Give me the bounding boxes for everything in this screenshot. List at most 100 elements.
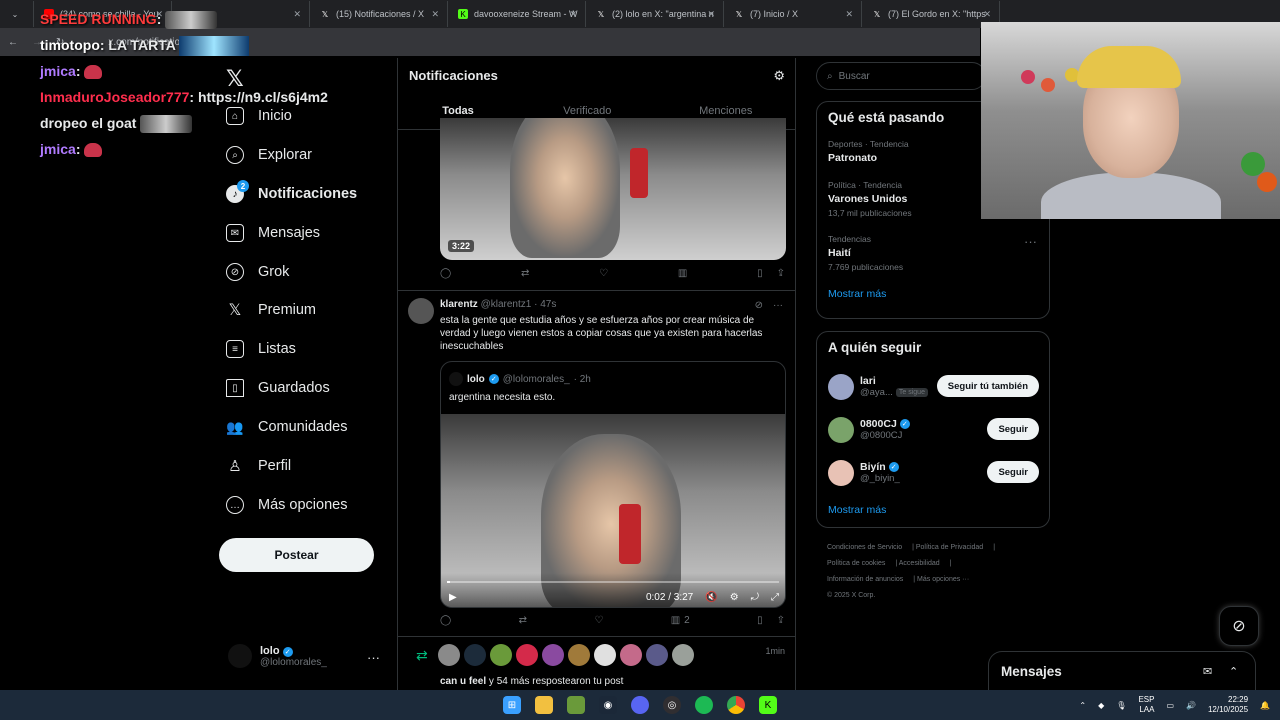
- minecraft-icon[interactable]: [567, 696, 585, 714]
- settings-icon[interactable]: ⚙: [730, 592, 739, 603]
- suggested-user[interactable]: lari @aya... Te sigue Seguir tú también: [817, 365, 1049, 408]
- discord-icon[interactable]: [631, 696, 649, 714]
- show-more-link[interactable]: Mostrar más: [817, 278, 1049, 312]
- quoted-tweet[interactable]: lolo ✓ @lolomorales_ · 2h argentina necesit…: [440, 361, 786, 608]
- suggested-user[interactable]: Biyín ✓ @_biyin_ Seguir: [817, 451, 1049, 494]
- chat-user: timotopo: [40, 37, 100, 53]
- mute-icon[interactable]: 🔇: [705, 592, 717, 603]
- gear-icon[interactable]: ⚙: [773, 68, 785, 84]
- account-switcher[interactable]: lolo ✓ @lolomorales_ ···: [228, 644, 388, 668]
- taskbar: ⊞ ◉ ◎ K ⌃ ◆ 🎙 ESP LAA ▭ 🔊 22:29 12/10/2025…: [0, 690, 1280, 720]
- like-icon[interactable]: ♡: [594, 615, 603, 626]
- views-icon[interactable]: ▥: [678, 268, 687, 279]
- views-button[interactable]: ▥ 2: [671, 615, 690, 626]
- tab-list-button[interactable]: ⌄: [0, 1, 34, 27]
- more-icon[interactable]: ···: [367, 650, 380, 665]
- nav-item-communities[interactable]: 👥 Comunidades: [226, 418, 347, 436]
- close-icon[interactable]: ✕: [431, 9, 439, 20]
- play-icon[interactable]: ▶: [449, 592, 457, 603]
- avatar[interactable]: [619, 644, 642, 666]
- like-icon[interactable]: ♡: [599, 268, 608, 279]
- follow-button[interactable]: Seguir: [987, 418, 1039, 440]
- close-icon[interactable]: ✕: [707, 9, 715, 20]
- notification-icon[interactable]: 🔔: [1260, 701, 1270, 710]
- microphone-icon[interactable]: 🎙: [1116, 701, 1126, 710]
- nav-item-premium[interactable]: 𝕏 Premium: [226, 301, 316, 319]
- kick-icon[interactable]: K: [759, 696, 777, 714]
- obs-icon[interactable]: ◎: [663, 696, 681, 714]
- share-icon[interactable]: ⇪: [777, 615, 785, 626]
- steam-icon[interactable]: ◉: [599, 696, 617, 714]
- more-icon[interactable]: ···: [773, 300, 783, 311]
- close-icon[interactable]: ✕: [569, 9, 577, 20]
- windows-start-icon[interactable]: ⊞: [503, 696, 521, 714]
- close-icon[interactable]: ✕: [983, 9, 991, 20]
- avatar[interactable]: [567, 644, 590, 666]
- avatar[interactable]: [463, 644, 486, 666]
- reply-icon[interactable]: ◯: [440, 268, 451, 279]
- tweet-text: esta la gente que estudia años y se esfu…: [440, 315, 763, 352]
- browser-tab[interactable]: 𝕏 (2) lolo en X: "argentina n ✕: [586, 1, 724, 27]
- network-icon[interactable]: ▭: [1166, 701, 1174, 710]
- follows-you-badge: Te sigue: [895, 388, 928, 397]
- chevron-up-icon[interactable]: ⌃: [1229, 665, 1238, 678]
- repost-icon[interactable]: ⇄: [521, 268, 529, 279]
- chrome-icon[interactable]: [727, 696, 745, 714]
- avatar[interactable]: [489, 644, 512, 666]
- page-title: Notificaciones: [409, 68, 498, 83]
- back-arrow-icon[interactable]: ←: [8, 37, 18, 48]
- spotify-icon[interactable]: [695, 696, 713, 714]
- avatar[interactable]: [408, 298, 434, 324]
- volume-icon[interactable]: 🔊: [1186, 701, 1196, 710]
- browser-tab[interactable]: 𝕏 (7) El Gordo en X: "https ✕: [862, 1, 1000, 27]
- nav-item-lists[interactable]: ≡ Listas: [226, 340, 296, 358]
- show-more-link[interactable]: Mostrar más: [817, 494, 1049, 528]
- avatar[interactable]: [515, 644, 538, 666]
- person-icon: ♙: [228, 458, 242, 475]
- nav-item-profile[interactable]: ♙ Perfil: [226, 457, 291, 475]
- search-input[interactable]: ⌕ Buscar: [816, 62, 986, 90]
- security-icon[interactable]: ◆: [1098, 701, 1104, 710]
- avatar[interactable]: [671, 644, 694, 666]
- fullscreen-icon[interactable]: ⤢: [771, 592, 779, 603]
- nav-item-bookmarks[interactable]: ▯ Guardados: [226, 379, 330, 397]
- follow-button[interactable]: Seguir: [987, 461, 1039, 483]
- rotate-icon[interactable]: ⤾: [751, 592, 759, 603]
- more-icon[interactable]: ···: [1024, 234, 1037, 249]
- video-progress[interactable]: [447, 581, 779, 583]
- x-logo-icon: 𝕏: [597, 9, 605, 19]
- browser-tab[interactable]: 𝕏 (7) Inicio / X ✕: [724, 1, 862, 27]
- nav-item-grok[interactable]: ⊘ Grok: [226, 263, 289, 281]
- chat-user: jmica: [40, 63, 76, 79]
- trend-item[interactable]: Tendencias Haití 7.769 publicaciones ···: [817, 230, 1049, 278]
- reply-icon[interactable]: ◯: [440, 615, 451, 626]
- nav-item-notifications[interactable]: ♪ 2 Notificaciones: [226, 180, 357, 203]
- nav-item-messages[interactable]: ✉ Mensajes: [226, 224, 320, 242]
- post-button[interactable]: Postear: [219, 538, 374, 572]
- notification-time: 1min: [765, 646, 785, 656]
- messages-drawer[interactable]: Mensajes ✉ ⌃: [988, 651, 1256, 690]
- avatar[interactable]: [437, 644, 460, 666]
- repost-icon[interactable]: ⇄: [519, 615, 527, 626]
- browser-tab[interactable]: Kdavooxeneize Stream - W ✕: [448, 1, 586, 27]
- repost-notification[interactable]: ⇄: [416, 644, 694, 666]
- bookmark-icon[interactable]: ▯: [757, 615, 763, 626]
- nav-item-more[interactable]: … Más opciones: [226, 496, 347, 514]
- close-icon[interactable]: ✕: [845, 9, 853, 20]
- quote-video[interactable]: ▶ 0:02 / 3:27 🔇 ⚙ ⤾ ⤢: [441, 414, 785, 607]
- tweet-video[interactable]: 3:22: [440, 118, 786, 260]
- share-icon[interactable]: ⇪: [777, 268, 785, 279]
- suggested-user[interactable]: 0800CJ ✓ @0800CJ Seguir: [817, 408, 1049, 451]
- avatar[interactable]: [645, 644, 668, 666]
- follow-back-button[interactable]: Seguir tú también: [936, 375, 1039, 397]
- new-message-icon[interactable]: ✉: [1203, 665, 1212, 678]
- chat-user: SPEED RUNNING: [40, 11, 157, 27]
- grok-icon[interactable]: ⊘: [755, 300, 763, 311]
- clock[interactable]: 22:29 12/10/2025: [1208, 695, 1248, 715]
- avatar[interactable]: [593, 644, 616, 666]
- file-explorer-icon[interactable]: [535, 696, 553, 714]
- avatar[interactable]: [541, 644, 564, 666]
- grok-button[interactable]: ⊘: [1219, 606, 1259, 646]
- chevron-up-icon[interactable]: ⌃: [1079, 701, 1086, 710]
- bookmark-icon[interactable]: ▯: [757, 268, 763, 279]
